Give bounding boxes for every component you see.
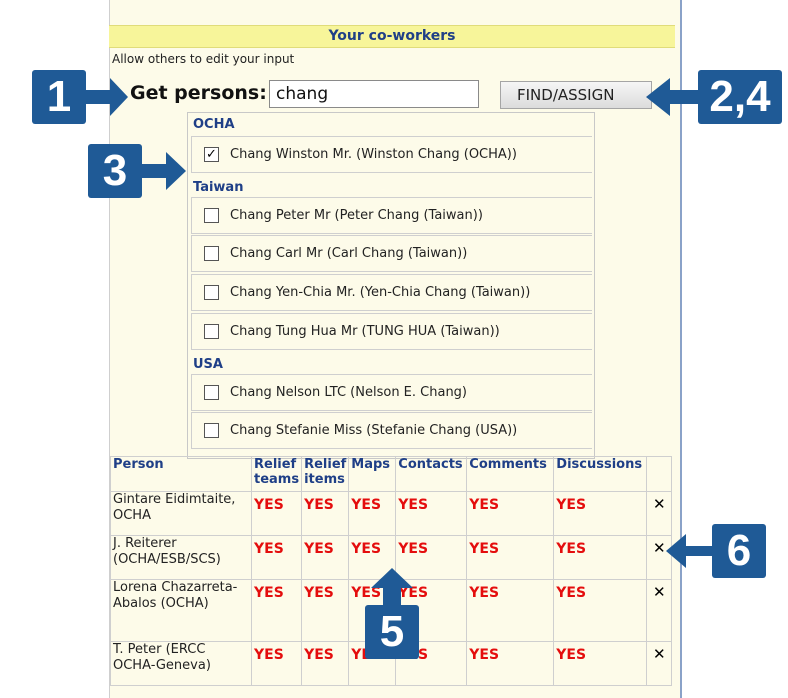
arrow-3-icon	[142, 152, 186, 190]
step-marker-3: 3	[88, 144, 142, 198]
step-marker-5: 5	[365, 605, 419, 659]
step-marker-2-4: 2,4	[698, 70, 782, 124]
step-marker-6: 6	[712, 524, 766, 578]
annotation-arrows	[86, 78, 712, 605]
arrow-5-icon	[371, 568, 413, 605]
arrow-2-icon	[646, 78, 700, 116]
step-marker-1: 1	[32, 70, 86, 124]
arrow-1-icon	[86, 78, 128, 116]
arrow-6-icon	[666, 534, 712, 568]
